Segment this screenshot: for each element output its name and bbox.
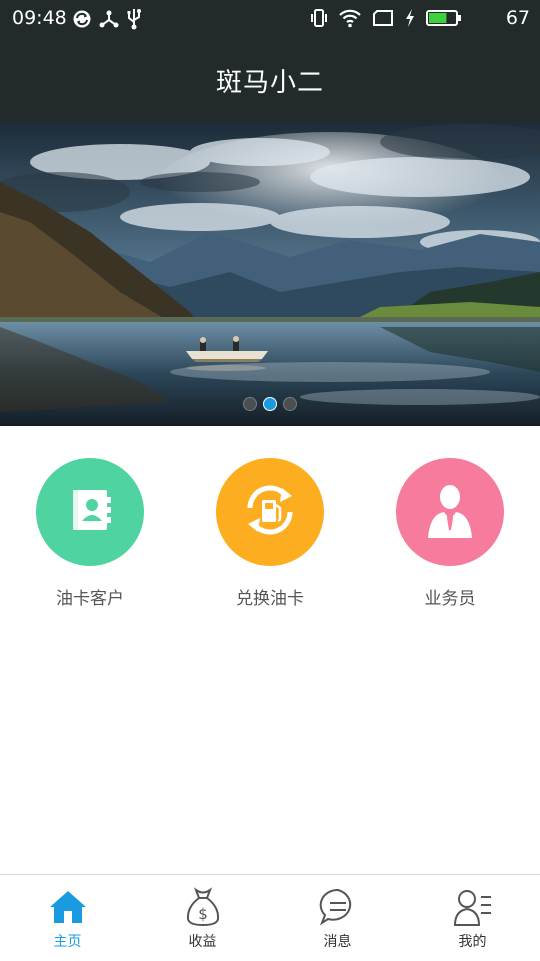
menu-item-exchange-fuel-card[interactable]: 兑换油卡 <box>180 456 360 616</box>
menu-icon-circle-green <box>36 458 144 566</box>
sync-icon <box>72 9 92 34</box>
fuel-exchange-icon <box>238 478 302 546</box>
status-left-icons <box>72 8 142 35</box>
share-icon <box>98 9 120 34</box>
feature-menu: 油卡客户 兑换油卡 业务员 <box>0 456 540 616</box>
contact-book-icon <box>65 485 115 539</box>
sim-icon <box>372 9 394 32</box>
menu-label-salesman: 业务员 <box>424 589 476 609</box>
tab-label-earnings: 收益 <box>188 934 217 950</box>
menu-icon-circle-orange <box>216 458 324 566</box>
title-bar: 斑马小二 <box>0 38 540 122</box>
battery-percent: 67 <box>505 7 530 29</box>
menu-item-salesman[interactable]: 业务员 <box>360 456 540 616</box>
menu-label-fuel-card-customers: 油卡客户 <box>56 589 124 609</box>
status-right-icons <box>310 8 462 33</box>
tab-home[interactable]: 主页 <box>0 875 135 961</box>
menu-icon-circle-pink <box>396 458 504 566</box>
carousel-dot[interactable] <box>263 397 277 411</box>
banner-carousel[interactable] <box>0 122 540 426</box>
battery-icon <box>426 8 462 33</box>
profile-icon <box>453 887 493 927</box>
svg-text:$: $ <box>198 905 208 923</box>
menu-label-exchange-fuel-card: 兑换油卡 <box>236 589 304 609</box>
usb-icon <box>126 8 142 35</box>
menu-item-fuel-card-customers[interactable]: 油卡客户 <box>0 456 180 616</box>
bottom-tab-bar: 主页 $ 收益 消息 我的 <box>0 874 540 961</box>
carousel-indicator <box>0 397 540 411</box>
status-time: 09:48 <box>12 7 67 29</box>
wifi-icon <box>338 8 362 33</box>
tab-label-profile: 我的 <box>458 934 487 950</box>
tab-label-home: 主页 <box>53 934 82 950</box>
carousel-dot[interactable] <box>283 397 297 411</box>
page-title: 斑马小二 <box>215 68 324 98</box>
money-bag-icon: $ <box>183 887 223 927</box>
tab-label-messages: 消息 <box>323 934 352 950</box>
tab-messages[interactable]: 消息 <box>270 875 405 961</box>
home-icon <box>48 887 88 927</box>
message-icon <box>318 887 358 927</box>
vibrate-icon <box>310 8 328 33</box>
status-bar: 09:48 67 <box>0 0 540 38</box>
charging-icon <box>404 8 416 33</box>
salesman-icon <box>422 480 478 544</box>
tab-earnings[interactable]: $ 收益 <box>135 875 270 961</box>
carousel-dot[interactable] <box>243 397 257 411</box>
tab-profile[interactable]: 我的 <box>405 875 540 961</box>
banner-image <box>0 122 540 426</box>
